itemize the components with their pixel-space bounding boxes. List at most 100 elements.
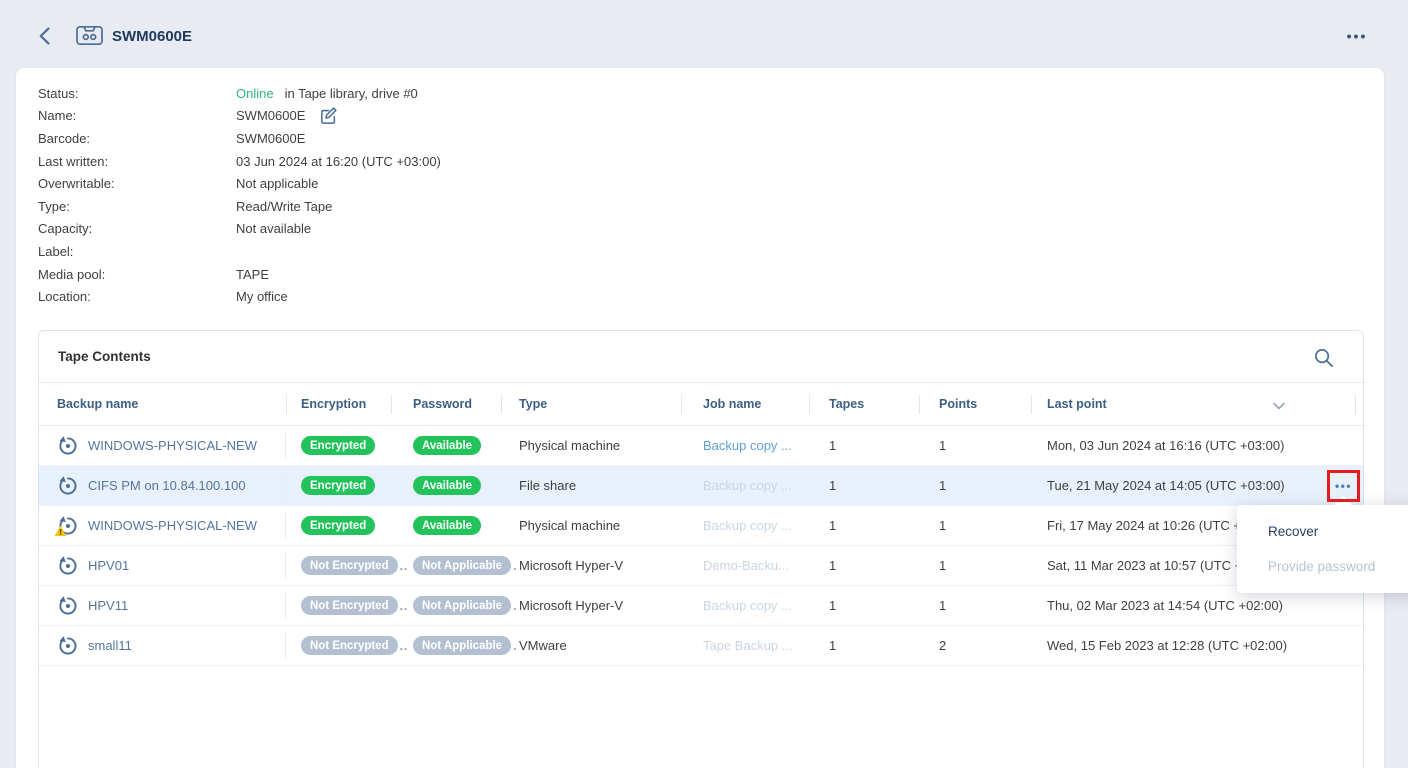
type-cell: File share [501, 466, 681, 505]
column-header-job-name[interactable]: Job name [681, 383, 809, 425]
table-row-selected[interactable]: CIFS PM on 10.84.100.100 Encrypted Avail… [39, 466, 1363, 506]
table-row[interactable]: WINDOWS-PHYSICAL-NEW Encrypted Available… [39, 506, 1363, 546]
restore-point-icon [57, 595, 79, 617]
points-cell: 2 [919, 626, 1031, 665]
context-menu: Recover Provide password [1237, 505, 1408, 593]
tape-cassette-icon [76, 25, 103, 51]
points-cell: 1 [919, 546, 1031, 585]
panel-title: Tape Contents [58, 349, 151, 364]
points-cell: 1 [919, 426, 1031, 465]
detail-label: Status: [38, 86, 236, 101]
job-name-disabled: Tape Backup ... [703, 638, 793, 653]
detail-label: Label: [38, 244, 236, 259]
column-header-password[interactable]: Password [391, 383, 501, 425]
tape-details: Status: Online in Tape library, drive #0… [38, 82, 441, 308]
backup-name-link[interactable]: CIFS PM on 10.84.100.100 [88, 478, 246, 493]
page-title: SWM0600E [112, 28, 192, 45]
job-name-disabled: Demo-Backu... [703, 558, 789, 573]
password-badge: Not Applicable [413, 636, 511, 655]
table-row[interactable]: small11 Not Encrypted.. Not Applicable. … [39, 626, 1363, 666]
page-actions-button[interactable]: ••• [1342, 22, 1372, 50]
type-cell: Microsoft Hyper-V [501, 546, 681, 585]
encryption-badge: Not Encrypted [301, 596, 398, 615]
back-button[interactable] [34, 24, 54, 48]
detail-value: Read/Write Tape [236, 199, 332, 214]
type-cell: VMware [501, 626, 681, 665]
type-cell: Microsoft Hyper-V [501, 586, 681, 625]
detail-row-location: Location: My office [38, 285, 441, 308]
password-badge: Not Applicable [413, 596, 511, 615]
column-header-last-point[interactable]: Last point [1031, 383, 1355, 425]
detail-row-overwritable: Overwritable: Not applicable [38, 172, 441, 195]
backup-name-link[interactable]: small11 [88, 638, 132, 653]
restore-point-icon [57, 635, 79, 657]
detail-value: Not available [236, 221, 311, 236]
column-header-type[interactable]: Type [501, 383, 681, 425]
detail-value: TAPE [236, 267, 269, 282]
search-button[interactable] [1311, 345, 1335, 369]
column-header-points[interactable]: Points [919, 383, 1031, 425]
detail-value: Not applicable [236, 176, 318, 191]
detail-row-type: Type: Read/Write Tape [38, 195, 441, 218]
menu-item-provide-password: Provide password [1237, 549, 1408, 584]
last-point-cell: Tue, 21 May 2024 at 14:05 (UTC +03:00) [1031, 466, 1355, 505]
points-cell: 1 [919, 586, 1031, 625]
sort-chevron-down-icon[interactable] [1273, 399, 1285, 413]
password-badge: Available [413, 436, 481, 455]
job-name-link[interactable]: Backup copy ... [703, 438, 792, 453]
tape-contents-panel: Tape Contents Backup name Encryption Pas… [38, 330, 1364, 768]
column-header-tapes[interactable]: Tapes [809, 383, 919, 425]
restore-point-icon [57, 555, 79, 577]
column-header-actions-gutter [1355, 383, 1363, 425]
job-name-disabled: Backup copy ... [703, 598, 792, 613]
detail-value: SWM0600E [236, 106, 338, 125]
encryption-badge: Encrypted [301, 516, 375, 535]
tapes-cell: 1 [809, 546, 919, 585]
encryption-badge: Not Encrypted [301, 556, 398, 575]
detail-label: Overwritable: [38, 176, 236, 191]
tapes-cell: 1 [809, 426, 919, 465]
backup-name-link[interactable]: HPV01 [88, 558, 129, 573]
tape-name-value: SWM0600E [236, 108, 305, 123]
top-bar: SWM0600E ••• [0, 0, 1408, 68]
detail-row-name: Name: SWM0600E [38, 105, 441, 128]
detail-value: Online in Tape library, drive #0 [236, 86, 418, 101]
details-card: Status: Online in Tape library, drive #0… [16, 68, 1384, 768]
detail-label: Type: [38, 199, 236, 214]
detail-label: Location: [38, 289, 236, 304]
search-icon [1313, 347, 1334, 368]
warning-triangle-icon [54, 525, 67, 540]
column-header-encryption[interactable]: Encryption [286, 383, 391, 425]
detail-label: Media pool: [38, 267, 236, 282]
encryption-badge: Not Encrypted [301, 636, 398, 655]
backup-name-link[interactable]: HPV11 [88, 598, 128, 613]
table-row[interactable]: HPV01 Not Encrypted.. Not Applicable. Mi… [39, 546, 1363, 586]
annotation-highlight-box: ••• [1327, 470, 1360, 502]
detail-row-media-pool: Media pool: TAPE [38, 263, 441, 286]
detail-value: 03 Jun 2024 at 16:20 (UTC +03:00) [236, 154, 441, 169]
status-location-text: in Tape library, drive #0 [285, 86, 418, 101]
detail-value: SWM0600E [236, 131, 305, 146]
detail-label: Capacity: [38, 221, 236, 236]
row-actions-button[interactable]: ••• [1335, 479, 1352, 493]
last-point-cell: Mon, 03 Jun 2024 at 16:16 (UTC +03:00) [1031, 426, 1355, 465]
encryption-badge: Encrypted [301, 476, 375, 495]
password-badge: Available [413, 516, 481, 535]
backup-name-link[interactable]: WINDOWS-PHYSICAL-NEW [88, 518, 257, 533]
pencil-square-icon [319, 106, 338, 125]
table-header-row: Backup name Encryption Password Type Job… [39, 383, 1363, 426]
table-row[interactable]: HPV11 Not Encrypted.. Not Applicable. Mi… [39, 586, 1363, 626]
table-body: WINDOWS-PHYSICAL-NEW Encrypted Available… [39, 426, 1363, 666]
edit-name-button[interactable] [319, 106, 338, 125]
menu-item-recover[interactable]: Recover [1237, 514, 1408, 549]
chevron-left-icon [39, 27, 50, 45]
backup-name-link[interactable]: WINDOWS-PHYSICAL-NEW [88, 438, 257, 453]
panel-header: Tape Contents [39, 331, 1363, 383]
restore-point-warning-icon [57, 515, 79, 537]
type-cell: Physical machine [501, 426, 681, 465]
detail-row-status: Status: Online in Tape library, drive #0 [38, 82, 441, 105]
table-row[interactable]: WINDOWS-PHYSICAL-NEW Encrypted Available… [39, 426, 1363, 466]
column-header-backup-name[interactable]: Backup name [39, 383, 286, 425]
type-cell: Physical machine [501, 506, 681, 545]
tapes-cell: 1 [809, 586, 919, 625]
